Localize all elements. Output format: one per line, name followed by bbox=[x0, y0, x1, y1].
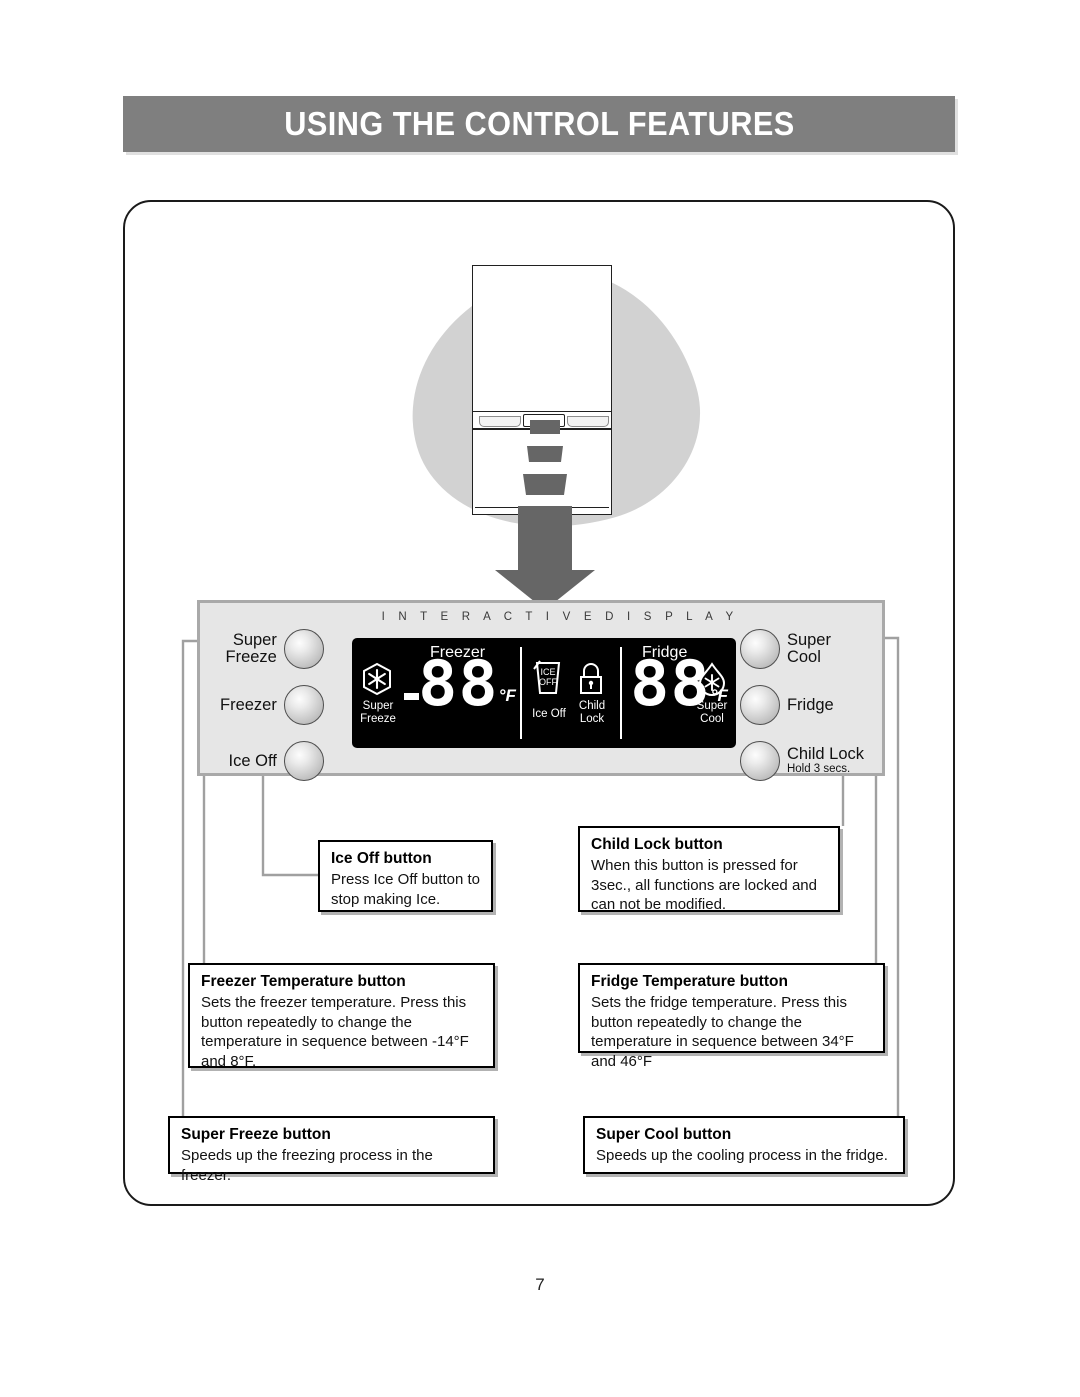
ice-off-glass-icon: ICE OFF bbox=[533, 660, 561, 694]
lcd-freezer-temperature: 88 °F bbox=[418, 647, 516, 720]
interactive-display-lcd: Freezer Super Freeze 88 °F ICE OFF Ice O… bbox=[352, 638, 736, 748]
callout-heading: Fridge Temperature button bbox=[591, 973, 788, 990]
callout-fridge-temperature-button: Fridge Temperature button Sets the fridg… bbox=[578, 963, 885, 1070]
button-fridge[interactable]: Fridge bbox=[739, 685, 834, 725]
caption-line-1: Child bbox=[578, 700, 606, 712]
button-freezer[interactable]: Freezer bbox=[220, 685, 324, 725]
button-fridge-label: Fridge bbox=[786, 695, 834, 714]
lcd-freezer-minus-sign bbox=[404, 693, 419, 700]
child-lock-knob[interactable] bbox=[739, 741, 780, 781]
callout-super-freeze-button: Super Freeze button Speeds up the freezi… bbox=[168, 1116, 495, 1184]
button-child-lock-label: Child Lock Hold 3 secs. bbox=[787, 746, 864, 776]
child-lock-padlock-icon bbox=[580, 663, 602, 694]
callout-body: Press Ice Off button to stop making Ice. bbox=[331, 871, 480, 908]
caption-line-1: Super bbox=[362, 700, 394, 712]
button-super-cool[interactable]: Super Cool bbox=[739, 629, 831, 669]
fridge-knob[interactable] bbox=[739, 685, 780, 725]
button-child-lock[interactable]: Child Lock Hold 3 secs. bbox=[739, 741, 864, 781]
button-ice-off[interactable]: Ice Off bbox=[229, 741, 324, 781]
handle-left bbox=[479, 416, 521, 427]
caption-line-2: Cool bbox=[700, 712, 724, 725]
label-line-2: Cool bbox=[786, 648, 821, 666]
refrigerator-upper-door bbox=[472, 265, 612, 412]
callout-body: Sets the freezer temperature. Press this… bbox=[201, 994, 469, 1070]
svg-text:OFF: OFF bbox=[539, 677, 557, 687]
handle-right bbox=[567, 416, 609, 427]
caption-line-2: Lock bbox=[579, 712, 605, 725]
label-line-1: Super bbox=[232, 631, 277, 649]
caption-line-1: Super bbox=[696, 700, 728, 712]
callout-body: When this button is pressed for 3sec., a… bbox=[591, 857, 817, 913]
callout-body: Speeds up the cooling process in the fri… bbox=[596, 1147, 888, 1164]
lcd-super-freeze-caption: Super Freeze bbox=[355, 700, 401, 725]
caption-line-2: Freeze bbox=[360, 712, 396, 725]
svg-text:ICE: ICE bbox=[540, 667, 555, 677]
super-freeze-snowflake-icon bbox=[363, 662, 391, 696]
callout-heading: Super Freeze button bbox=[181, 1126, 331, 1143]
callout-body: Sets the fridge temperature. Press this … bbox=[591, 994, 854, 1070]
callout-heading: Super Cool button bbox=[596, 1126, 732, 1143]
freezer-knob[interactable] bbox=[283, 685, 324, 725]
callout-super-cool-button: Super Cool button Speeds up the cooling … bbox=[583, 1116, 905, 1174]
page-title: USING THE CONTROL FEATURES bbox=[283, 105, 795, 142]
lcd-ice-off-caption: Ice Off bbox=[532, 708, 566, 720]
callout-heading: Child Lock button bbox=[591, 836, 723, 853]
right-button-group: Super Cool Fridge Child Lock Hold 3 secs… bbox=[739, 629, 864, 781]
super-cool-waterdrop-icon bbox=[698, 662, 726, 696]
super-freeze-knob[interactable] bbox=[283, 629, 324, 669]
callout-ice-off-button: Ice Off button Press Ice Off button to s… bbox=[318, 840, 493, 912]
lcd-freezer-digits: 88 bbox=[418, 647, 499, 720]
refrigerator-handle-strip bbox=[472, 411, 612, 429]
lcd-divider-left bbox=[520, 647, 522, 739]
button-ice-off-label: Ice Off bbox=[228, 751, 277, 770]
button-freezer-label: Freezer bbox=[220, 695, 277, 714]
control-panel-location-marker bbox=[523, 414, 565, 427]
callout-heading: Freezer Temperature button bbox=[201, 973, 406, 990]
refrigerator-body bbox=[472, 265, 612, 515]
page-title-banner: USING THE CONTROL FEATURES bbox=[123, 96, 955, 152]
left-button-group: Super Freeze Freezer Ice Off bbox=[220, 629, 324, 781]
drawer-base-line bbox=[475, 506, 609, 508]
callout-child-lock-button: Child Lock button When this button is pr… bbox=[578, 826, 840, 913]
label-line-1: Child Lock bbox=[786, 745, 864, 763]
lcd-super-cool-caption: Super Cool bbox=[690, 700, 734, 725]
child-lock-hint: Hold 3 secs. bbox=[786, 763, 851, 775]
ice-off-knob[interactable] bbox=[283, 741, 324, 781]
button-super-freeze[interactable]: Super Freeze bbox=[226, 629, 324, 669]
button-super-freeze-label: Super Freeze bbox=[226, 632, 277, 666]
page-number: 7 bbox=[535, 1275, 545, 1294]
button-super-cool-label: Super Cool bbox=[787, 632, 831, 666]
interactive-display-label: I N T E R A C T I V E D I S P L A Y bbox=[381, 611, 739, 623]
lcd-divider-right bbox=[620, 647, 622, 739]
label-line-1: Super bbox=[786, 631, 831, 649]
refrigerator-lower-drawer bbox=[472, 429, 612, 515]
lcd-freezer-unit: °F bbox=[498, 686, 516, 705]
lcd-child-lock-caption: Child Lock bbox=[571, 700, 613, 725]
label-line-2: Freeze bbox=[225, 648, 277, 666]
callout-freezer-temperature-button: Freezer Temperature button Sets the free… bbox=[188, 963, 495, 1070]
refrigerator-illustration bbox=[380, 240, 725, 610]
callout-body: Speeds up the freezing process in the fr… bbox=[181, 1147, 433, 1184]
callout-heading: Ice Off button bbox=[331, 850, 432, 867]
super-cool-knob[interactable] bbox=[739, 629, 780, 669]
